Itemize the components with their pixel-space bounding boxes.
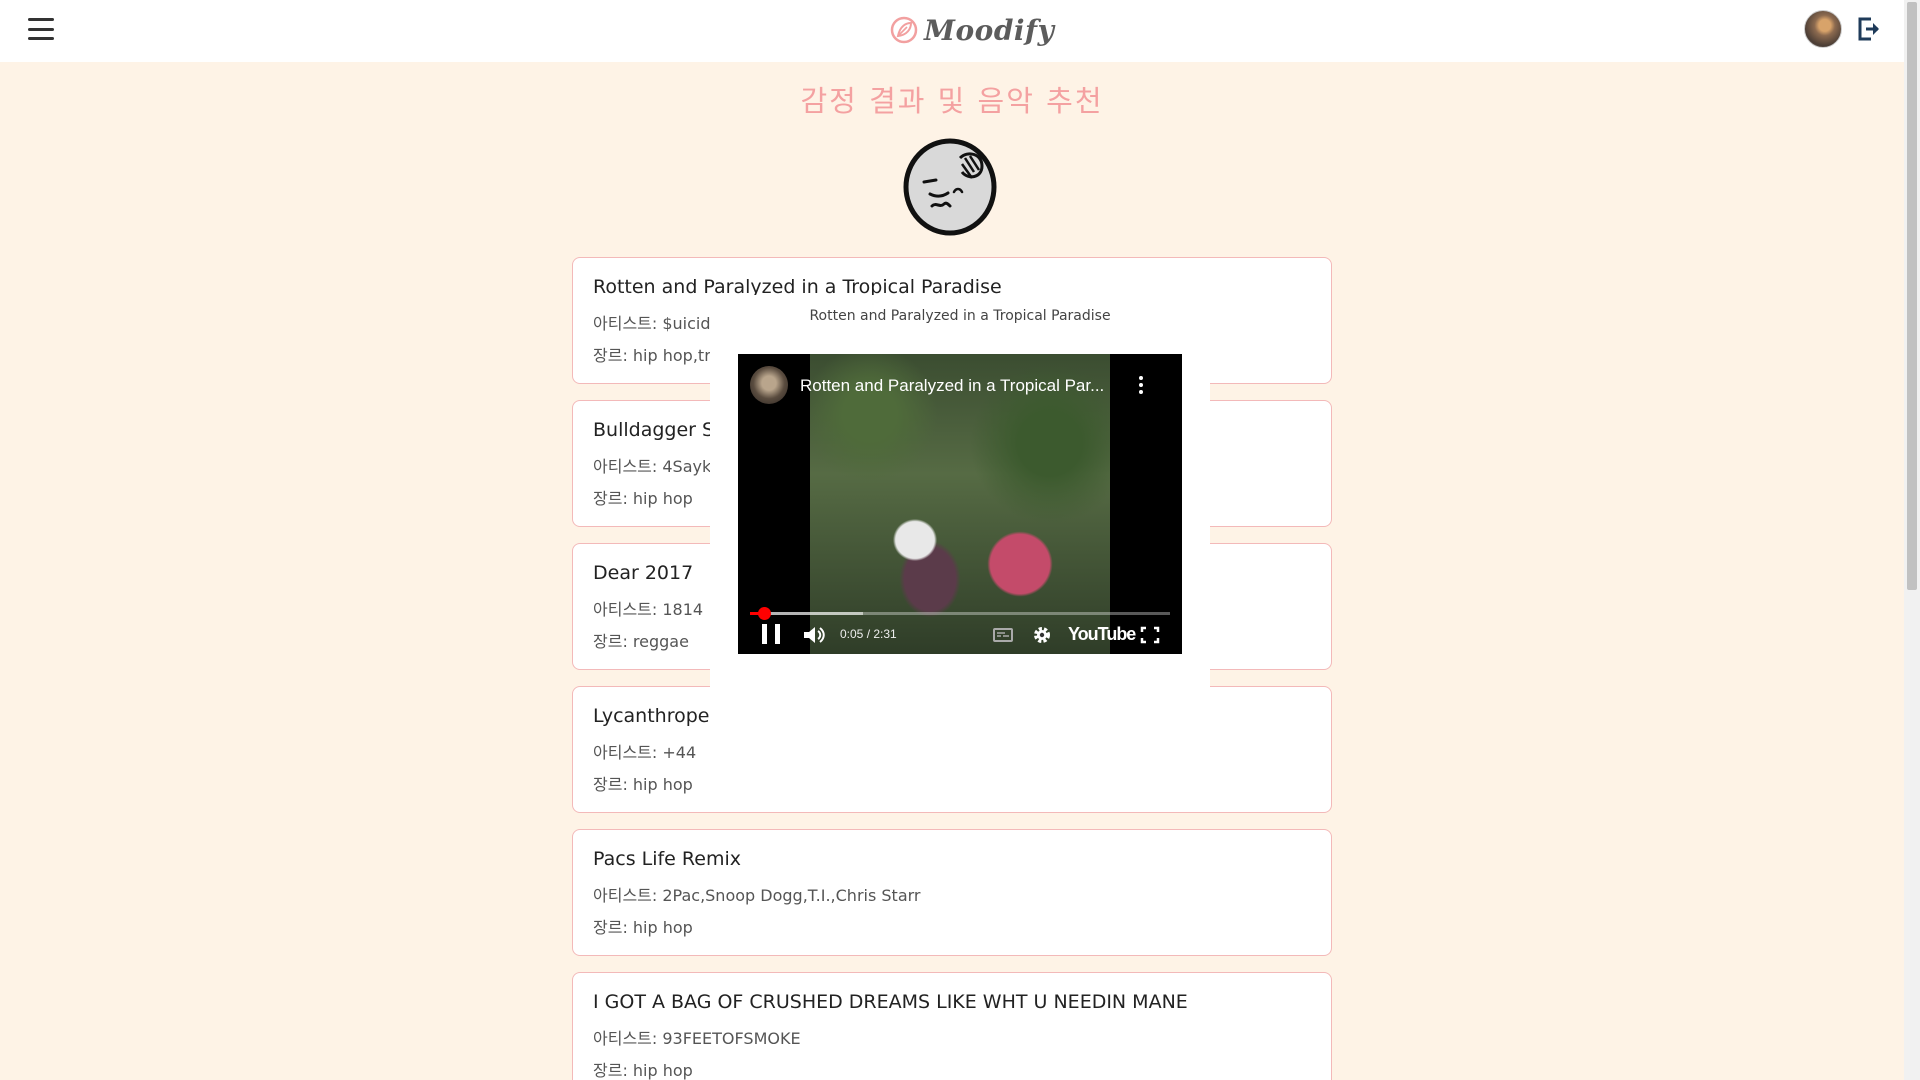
more-options-icon[interactable] — [1138, 376, 1144, 396]
user-avatar[interactable] — [1804, 10, 1842, 48]
settings-gear-icon[interactable] — [1032, 624, 1052, 646]
song-title: Lycanthrope — [593, 705, 710, 727]
logo-text: Moodify — [924, 13, 1055, 47]
video-popup: Rotten and Paralyzed in a Tropical Parad… — [710, 295, 1210, 688]
song-title: I GOT A BAG OF CRUSHED DREAMS LIKE WHT U… — [593, 991, 1188, 1013]
top-navbar: Moodify — [0, 0, 1904, 62]
leaf-logo-icon — [890, 16, 918, 44]
song-card[interactable]: Pacs Life Remix 아티스트: 2Pac,Snoop Dogg,T.… — [572, 829, 1332, 956]
subtitles-icon[interactable] — [992, 624, 1014, 646]
song-genre: 장르: hip hop — [593, 775, 693, 794]
video-title[interactable]: Rotten and Paralyzed in a Tropical Par..… — [800, 376, 1120, 396]
youtube-logo[interactable]: YouTube — [1068, 624, 1136, 646]
song-artist: 아티스트: +44 — [593, 743, 697, 762]
song-card[interactable]: I GOT A BAG OF CRUSHED DREAMS LIKE WHT U… — [572, 972, 1332, 1080]
pause-icon[interactable] — [762, 624, 780, 646]
channel-avatar[interactable] — [750, 366, 788, 404]
song-artist: 아티스트: 93FEETOFSMOKE — [593, 1029, 801, 1048]
hamburger-menu-icon[interactable] — [28, 18, 54, 40]
progress-bar[interactable] — [750, 607, 1170, 620]
page-title: 감정 결과 및 음악 추천 — [800, 84, 1104, 118]
sad-face-icon — [903, 138, 997, 236]
youtube-player[interactable]: Rotten and Paralyzed in a Tropical Par..… — [738, 354, 1182, 654]
scrollbar-thumb[interactable] — [1907, 2, 1917, 590]
song-card[interactable]: Lycanthrope 아티스트: +44 장르: hip hop — [572, 686, 1332, 813]
video-frame[interactable] — [810, 354, 1110, 654]
song-genre: 장르: hip hop — [593, 918, 693, 937]
song-artist: 아티스트: 2Pac,Snoop Dogg,T.I.,Chris Starr — [593, 886, 921, 905]
song-title: Pacs Life Remix — [593, 848, 741, 870]
fullscreen-icon[interactable] — [1140, 624, 1160, 646]
song-genre: 장르: hip hop — [593, 1061, 693, 1080]
logout-icon[interactable] — [1856, 16, 1882, 42]
scrubber-handle[interactable] — [757, 607, 771, 620]
popup-title: Rotten and Paralyzed in a Tropical Parad… — [809, 308, 1111, 324]
logo[interactable]: Moodify — [890, 10, 1054, 50]
volume-icon[interactable] — [802, 624, 826, 646]
page-scrollbar[interactable] — [1904, 0, 1920, 1080]
video-time: 0:05 / 2:31 — [840, 627, 897, 641]
